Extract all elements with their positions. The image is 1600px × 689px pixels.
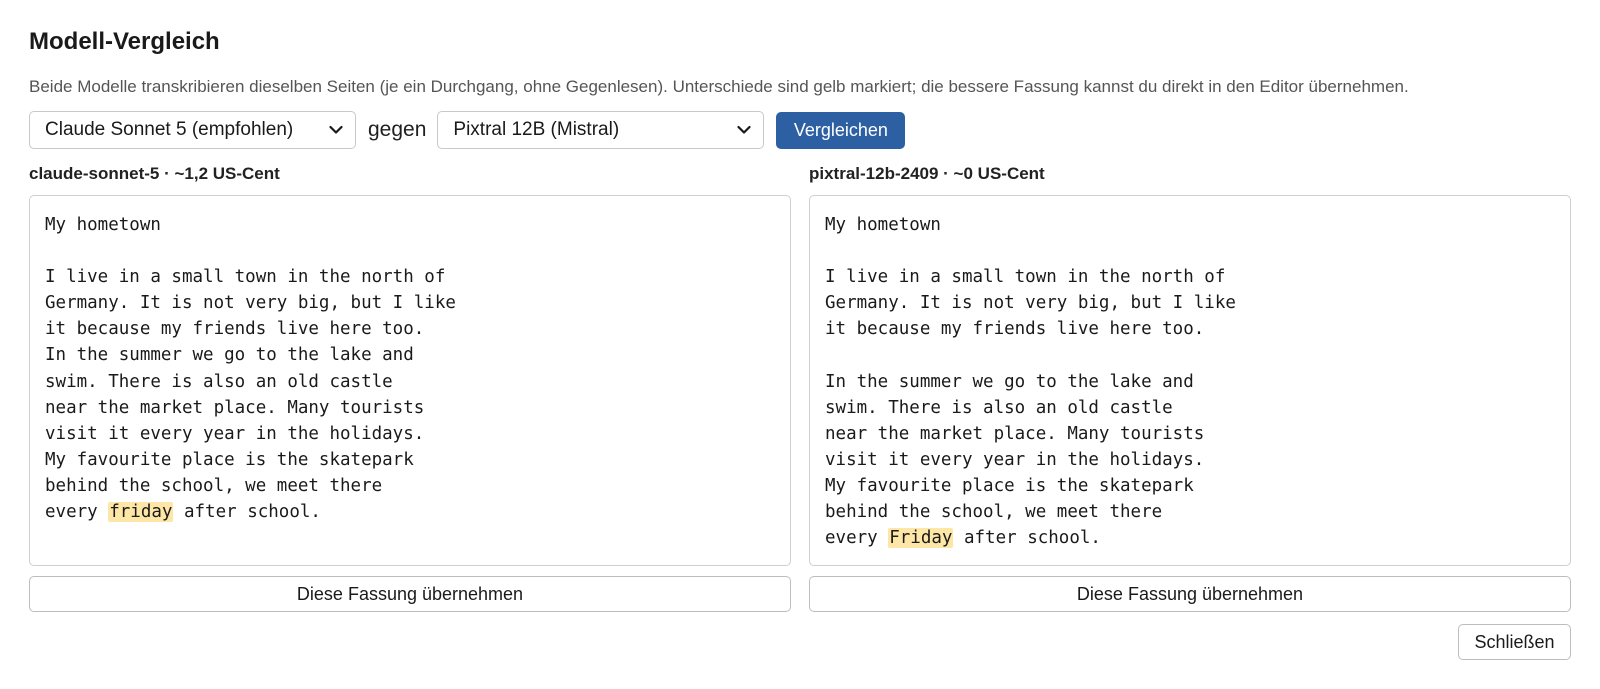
text-line: every Friday after school.: [825, 525, 1555, 551]
text-fragment: every: [825, 528, 889, 549]
text-line: visit it every year in the holidays.: [825, 449, 1205, 470]
text-line: I live in a small town in the north of: [825, 267, 1226, 288]
adopt-left-button[interactable]: Diese Fassung übernehmen: [29, 576, 791, 612]
dialog-description: Beide Modelle transkribieren dieselben S…: [29, 77, 1409, 96]
chevron-down-icon: [329, 125, 343, 134]
text-line: visit it every year in the holidays.: [45, 423, 425, 444]
text-fragment: after school.: [953, 528, 1101, 549]
text-line: it because my friends live here too.: [825, 319, 1205, 340]
text-line: Germany. It is not very big, but I like: [825, 293, 1236, 314]
text-line: near the market place. Many tourists: [825, 423, 1205, 444]
text-line: My favourite place is the skatepark: [825, 475, 1194, 496]
text-line: [825, 238, 1555, 264]
dialog-title: Modell-Vergleich: [29, 28, 220, 55]
model-a-select[interactable]: Claude Sonnet 5 (empfohlen): [29, 111, 356, 149]
text-line: near the market place. Many tourists: [45, 397, 425, 418]
versus-label: gegen: [368, 118, 427, 141]
text-line: [825, 342, 1555, 368]
text-line: Germany. It is not very big, but I like: [45, 293, 456, 314]
model-selection-bar: Claude Sonnet 5 (empfohlen) gegen Pixtra…: [29, 111, 906, 149]
text-line: behind the school, we meet there: [825, 502, 1163, 523]
model-compare-dialog: Modell-Vergleich Beide Modelle transkrib…: [0, 0, 1600, 689]
diff-highlight: Friday: [888, 528, 954, 549]
close-button[interactable]: Schließen: [1458, 624, 1571, 660]
diff-highlight: friday: [108, 502, 174, 523]
chevron-down-icon: [737, 125, 752, 134]
text-line: My hometown: [825, 215, 941, 235]
text-line: In the summer we go to the lake and: [825, 371, 1194, 392]
text-line: behind the school, we meet there: [45, 475, 383, 496]
text-line: My favourite place is the skatepark: [45, 449, 414, 470]
text-fragment: every: [45, 502, 109, 523]
text-line: My hometown: [45, 215, 161, 235]
text-line: swim. There is also an old castle: [825, 397, 1173, 418]
text-line: [45, 238, 775, 264]
text-line: it because my friends live here too.: [45, 319, 425, 340]
right-panel-label: pixtral-12b-2409 · ~0 US-Cent: [809, 164, 1045, 183]
left-transcription-box[interactable]: My hometown I live in a small town in the…: [29, 195, 791, 566]
adopt-right-button[interactable]: Diese Fassung übernehmen: [809, 576, 1571, 612]
model-a-selected-value: Claude Sonnet 5 (empfohlen): [45, 119, 294, 140]
text-line: In the summer we go to the lake and: [45, 345, 414, 366]
text-line: every friday after school.: [45, 499, 775, 525]
model-b-select[interactable]: Pixtral 12B (Mistral): [437, 111, 765, 149]
text-line: swim. There is also an old castle: [45, 371, 393, 392]
text-fragment: after school.: [173, 502, 321, 523]
left-panel-label: claude-sonnet-5 · ~1,2 US-Cent: [29, 164, 280, 183]
right-transcription-box[interactable]: My hometown I live in a small town in the…: [809, 195, 1571, 566]
compare-button[interactable]: Vergleichen: [776, 111, 906, 149]
text-line: I live in a small town in the north of: [45, 267, 446, 288]
model-b-selected-value: Pixtral 12B (Mistral): [453, 119, 620, 140]
